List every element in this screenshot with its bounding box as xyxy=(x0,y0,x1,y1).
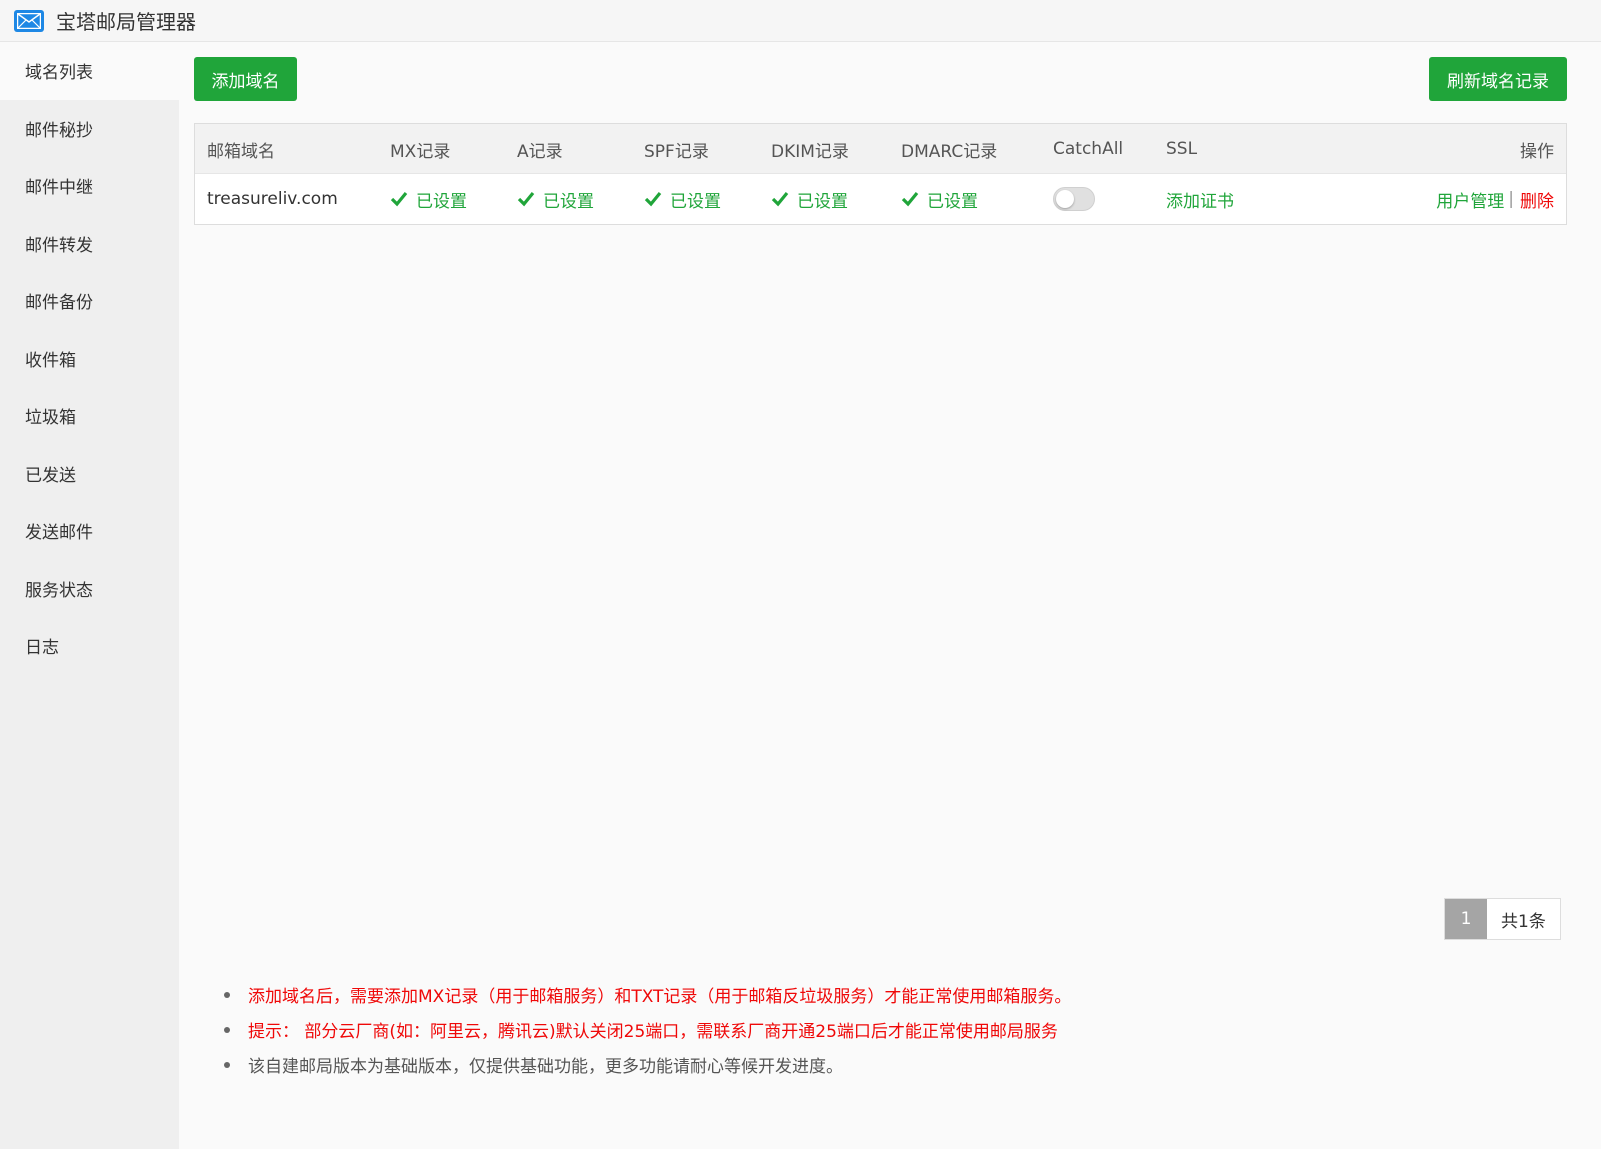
spf-status: 已设置 xyxy=(644,174,721,224)
tip-text: 提示： 部分云厂商(如：阿里云，腾讯云)默认关闭25端口，需联系厂商开通25端口… xyxy=(248,1022,1058,1042)
sidebar-item-sent[interactable]: 已发送 xyxy=(0,445,179,503)
check-icon xyxy=(901,191,919,207)
catchall-toggle[interactable] xyxy=(1053,187,1095,211)
main-content: 添加域名 刷新域名记录 邮箱域名 MX记录 A记录 SPF记录 DKIM记录 D… xyxy=(179,42,1601,1149)
sidebar: 域名列表 邮件秘抄 邮件中继 邮件转发 邮件备份 收件箱 垃圾箱 已发送 发送邮… xyxy=(0,42,179,1149)
sidebar-item-service-status[interactable]: 服务状态 xyxy=(0,560,179,618)
list-item: 提示： 部分云厂商(如：阿里云，腾讯云)默认关闭25端口，需联系厂商开通25端口… xyxy=(224,1012,1071,1047)
header-ssl: SSL xyxy=(1166,139,1198,159)
dkim-status: 已设置 xyxy=(771,174,848,224)
sidebar-item-bcc[interactable]: 邮件秘抄 xyxy=(0,100,179,158)
list-item: 该自建邮局版本为基础版本，仅提供基础功能，更多功能请耐心等候开发进度。 xyxy=(224,1047,1071,1082)
header-dkim: DKIM记录 xyxy=(771,141,849,162)
spf-status-label: 已设置 xyxy=(670,191,721,212)
header-dmarc: DMARC记录 xyxy=(901,141,998,162)
header-a: A记录 xyxy=(517,141,563,162)
tips-list: 添加域名后，需要添加MX记录（用于邮箱服务）和TXT记录（用于邮箱反垃圾服务）才… xyxy=(224,977,1071,1082)
a-status: 已设置 xyxy=(517,174,594,224)
header-ops: 操作 xyxy=(1520,141,1554,162)
sidebar-item-backup[interactable]: 邮件备份 xyxy=(0,272,179,330)
check-icon xyxy=(390,191,408,207)
bullet-icon xyxy=(224,1061,230,1068)
a-status-label: 已设置 xyxy=(543,191,594,212)
sidebar-item-logs[interactable]: 日志 xyxy=(0,617,179,675)
check-icon xyxy=(644,191,662,207)
tip-text: 添加域名后，需要添加MX记录（用于邮箱服务）和TXT记录（用于邮箱反垃圾服务）才… xyxy=(248,987,1072,1007)
table-row: treasureliv.com 已设置 已设置 已设置 已设置 已设置 添加证书… xyxy=(195,174,1566,224)
domain-table: 邮箱域名 MX记录 A记录 SPF记录 DKIM记录 DMARC记录 Catch… xyxy=(194,123,1567,225)
mx-status-label: 已设置 xyxy=(416,191,467,212)
app-title: 宝塔邮局管理器 xyxy=(56,10,196,34)
add-domain-button[interactable]: 添加域名 xyxy=(194,57,297,101)
title-bar: 宝塔邮局管理器 xyxy=(0,0,1601,42)
sidebar-item-spam[interactable]: 垃圾箱 xyxy=(0,387,179,445)
action-separator: | xyxy=(1508,189,1514,209)
mx-status: 已设置 xyxy=(390,174,467,224)
check-icon xyxy=(771,191,789,207)
toggle-knob xyxy=(1056,190,1074,208)
pagination: 1 共1条 xyxy=(1444,898,1561,940)
dmarc-status: 已设置 xyxy=(901,174,978,224)
bullet-icon xyxy=(224,1026,230,1033)
bullet-icon xyxy=(224,991,230,998)
page-current[interactable]: 1 xyxy=(1445,899,1487,939)
refresh-domain-records-button[interactable]: 刷新域名记录 xyxy=(1429,57,1567,101)
sidebar-item-inbox[interactable]: 收件箱 xyxy=(0,330,179,388)
add-certificate-link[interactable]: 添加证书 xyxy=(1166,174,1234,224)
table-header: 邮箱域名 MX记录 A记录 SPF记录 DKIM记录 DMARC记录 Catch… xyxy=(195,124,1566,174)
user-manage-link[interactable]: 用户管理 xyxy=(1436,187,1504,212)
dkim-status-label: 已设置 xyxy=(797,191,848,212)
domain-name: treasureliv.com xyxy=(207,189,338,209)
header-mx: MX记录 xyxy=(390,141,451,162)
catchall-cell xyxy=(1053,174,1095,224)
header-domain: 邮箱域名 xyxy=(207,141,275,162)
check-icon xyxy=(517,191,535,207)
sidebar-item-forward[interactable]: 邮件转发 xyxy=(0,215,179,273)
row-actions: 用户管理 | 删除 xyxy=(1436,174,1554,224)
tip-text: 该自建邮局版本为基础版本，仅提供基础功能，更多功能请耐心等候开发进度。 xyxy=(248,1057,843,1077)
delete-link[interactable]: 删除 xyxy=(1520,187,1554,212)
page-total: 共1条 xyxy=(1501,911,1546,932)
header-spf: SPF记录 xyxy=(644,141,709,162)
list-item: 添加域名后，需要添加MX记录（用于邮箱服务）和TXT记录（用于邮箱反垃圾服务）才… xyxy=(224,977,1071,1012)
sidebar-item-compose[interactable]: 发送邮件 xyxy=(0,502,179,560)
sidebar-item-domain-list[interactable]: 域名列表 xyxy=(0,42,179,100)
dmarc-status-label: 已设置 xyxy=(927,191,978,212)
header-catchall: CatchAll xyxy=(1053,139,1124,159)
sidebar-item-relay[interactable]: 邮件中继 xyxy=(0,157,179,215)
envelope-icon xyxy=(14,9,44,32)
